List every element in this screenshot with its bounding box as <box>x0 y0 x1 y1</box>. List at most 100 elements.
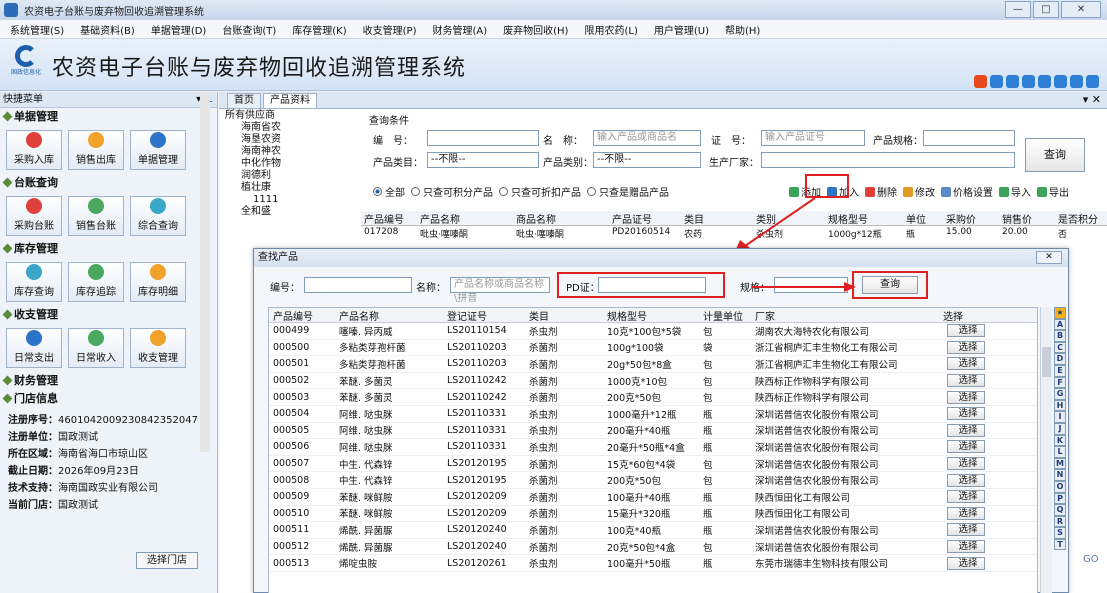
tab-product-info[interactable]: 产品资料 <box>263 93 317 108</box>
punctuation-icon[interactable] <box>1006 75 1019 88</box>
table-row[interactable]: 000512 烯酰. 异菌脲 LS20120240 杀菌剂 20克*50包*4盒 包 深圳诺… <box>269 539 1037 556</box>
filter-radio[interactable]: 全部 <box>373 184 405 199</box>
sidebar-section-2[interactable]: 库存管理 <box>0 240 217 258</box>
section-store-info[interactable]: 门店信息 <box>0 390 217 408</box>
filter-radio[interactable]: 只查可折扣产品 <box>499 184 581 199</box>
select-button[interactable]: 选择 <box>947 490 985 504</box>
alpha-index-letter[interactable]: I <box>1054 411 1066 423</box>
sidebar-scrollbar[interactable] <box>200 92 210 452</box>
menu-item[interactable]: 台账查询(T) <box>222 22 276 37</box>
table-row[interactable]: 000509 苯醚. 咪鲜胺 LS20120209 杀菌剂 100毫升*40瓶 瓶 陕西恒田… <box>269 489 1037 506</box>
menu-item[interactable]: 系统管理(S) <box>10 22 64 37</box>
maker-input[interactable] <box>761 152 1015 168</box>
table-row[interactable]: 000510 苯醚. 咪鲜胺 LS20120209 杀菌剂 15毫升*320瓶 瓶 陕西恒田… <box>269 506 1037 523</box>
table-row[interactable]: 000507 中生. 代森锌 LS20120195 杀菌剂 15克*60包*4袋 包 深圳诺… <box>269 456 1037 473</box>
tree-node[interactable]: 植壮康 <box>219 182 359 194</box>
alpha-index-letter[interactable]: E <box>1054 364 1066 377</box>
close-button[interactable]: ✕ <box>1061 1 1101 18</box>
radio-icon[interactable] <box>499 187 508 196</box>
dialog-scrollbar[interactable] <box>1040 307 1052 593</box>
table-row[interactable]: 000508 中生. 代森锌 LS20120195 杀菌剂 200克*50包 包 深圳诺普信… <box>269 472 1037 489</box>
toolbar-button[interactable]: 删除 <box>865 184 897 199</box>
code-input[interactable] <box>427 130 539 146</box>
tree-node[interactable]: 海南省农 <box>219 122 359 134</box>
alpha-index-letter[interactable]: R <box>1054 515 1066 528</box>
select-button[interactable]: 选择 <box>947 340 985 354</box>
radio-icon[interactable] <box>373 187 382 196</box>
sidebar-button[interactable]: 采购入库 <box>6 130 62 170</box>
tree-node[interactable]: 所有供应商 <box>219 110 359 122</box>
table-row[interactable]: 000506 阿维. 哒虫脒 LS20110331 杀虫剂 20毫升*50瓶*4盒 瓶 深圳… <box>269 439 1037 456</box>
name-input[interactable]: 输入产品或商品名 <box>593 130 701 146</box>
alpha-index-letter[interactable]: G <box>1054 388 1066 400</box>
alpha-index-letter[interactable]: T <box>1054 538 1066 551</box>
alpha-index-letter[interactable]: K <box>1054 434 1066 447</box>
table-row[interactable]: 000501 多粘类芽孢杆菌 LS20110203 杀菌剂 20g*50包*8盒 包 浙江省… <box>269 356 1037 373</box>
sidebar-button[interactable]: 单据管理 <box>130 130 186 170</box>
alpha-index-letter[interactable]: O <box>1054 480 1066 493</box>
alpha-index-letter[interactable]: ★ <box>1054 307 1066 319</box>
select-button[interactable]: 选择 <box>947 390 985 404</box>
go-label[interactable]: GO <box>1083 554 1099 565</box>
select-button[interactable]: 选择 <box>947 423 985 437</box>
menu-item[interactable]: 废弃物回收(H) <box>503 22 568 37</box>
alpha-index-letter[interactable]: Q <box>1054 504 1066 516</box>
filter-radio[interactable]: 只查可积分产品 <box>411 184 493 199</box>
alpha-index-letter[interactable]: J <box>1054 422 1066 435</box>
select-button[interactable]: 选择 <box>947 523 985 537</box>
sidebar-button[interactable]: 库存明细 <box>130 262 186 302</box>
radio-icon[interactable] <box>587 187 596 196</box>
radio-icon[interactable] <box>411 187 420 196</box>
toolbar-button[interactable]: 导入 <box>999 184 1031 199</box>
alpha-index-letter[interactable]: H <box>1054 399 1066 412</box>
table-row[interactable]: 000505 阿维. 哒虫脒 LS20110331 杀虫剂 200毫升*40瓶 瓶 深圳诺普… <box>269 423 1037 440</box>
select-button[interactable]: 选择 <box>947 473 985 487</box>
table-row[interactable]: 000499 噻嗪. 异丙威 LS20110154 杀虫剂 10克*100包*5袋 包 湖南… <box>269 323 1037 340</box>
table-row[interactable]: 000503 苯醚. 多菌灵 LS20110242 杀菌剂 200克*50包 包 陕西标正作… <box>269 389 1037 406</box>
menu-item[interactable]: 帮助(H) <box>725 22 760 37</box>
select-button[interactable]: 选择 <box>947 556 985 570</box>
alpha-index-letter[interactable]: M <box>1054 457 1066 470</box>
tree-node[interactable]: 1111 <box>219 194 359 206</box>
select-button[interactable]: 选择 <box>947 540 985 554</box>
toolbar-button[interactable]: 修改 <box>903 184 935 199</box>
alpha-index-letter[interactable]: F <box>1054 376 1066 389</box>
sidebar-section-0[interactable]: 单据管理 <box>0 108 217 126</box>
tab-home[interactable]: 首页 <box>227 93 261 108</box>
tree-node[interactable]: 中化作物 <box>219 158 359 170</box>
menu-item[interactable]: 收支管理(P) <box>363 22 417 37</box>
menu-item[interactable]: 财务管理(A) <box>432 22 487 37</box>
toolbar-button[interactable]: 导出 <box>1037 184 1069 199</box>
alpha-index-letter[interactable]: A <box>1054 318 1066 331</box>
tree-node[interactable]: 海垦农资 <box>219 134 359 146</box>
table-row[interactable]: 000513 烯啶虫胺 LS20120261 杀虫剂 100毫升*50瓶 瓶 东莞市瑞德丰生… <box>269 555 1037 572</box>
table-row[interactable]: 000502 苯醚. 多菌灵 LS20110242 杀菌剂 1000克*10包 包 陕西标正… <box>269 373 1037 390</box>
tree-node[interactable]: 全和盛 <box>219 206 359 218</box>
sidebar-button[interactable]: 收支管理 <box>130 328 186 368</box>
dialog-close-button[interactable]: ✕ <box>1036 251 1062 264</box>
sidebar-button[interactable]: 采购台账 <box>6 196 62 236</box>
toolbox-icon[interactable] <box>1086 75 1099 88</box>
alpha-index-letter[interactable]: N <box>1054 469 1066 481</box>
sidebar-button[interactable]: 销售台账 <box>68 196 124 236</box>
voice-icon[interactable] <box>1038 75 1051 88</box>
sidebar-section-3[interactable]: 收支管理 <box>0 306 217 324</box>
alpha-index-letter[interactable]: B <box>1054 330 1066 342</box>
alpha-index-letter[interactable]: C <box>1054 341 1066 354</box>
select-button[interactable]: 选择 <box>947 374 985 388</box>
tree-node[interactable]: 海南神农 <box>219 146 359 158</box>
select-button[interactable]: 选择 <box>947 324 985 338</box>
select-button[interactable]: 选择 <box>947 440 985 454</box>
select-store-button[interactable]: 选择门店 <box>136 552 198 569</box>
spec-input[interactable] <box>923 130 1015 146</box>
sidebar-button[interactable]: 综合查询 <box>130 196 186 236</box>
ime-mode-icon[interactable] <box>990 75 1003 88</box>
select-button[interactable]: 选择 <box>947 457 985 471</box>
tab-close-icon[interactable]: ▾ ✕ <box>1083 93 1101 106</box>
skin-icon[interactable] <box>1070 75 1083 88</box>
menu-item[interactable]: 单据管理(D) <box>151 22 207 37</box>
sidebar-button[interactable]: 日常收入 <box>68 328 124 368</box>
menu-item[interactable]: 库存管理(K) <box>292 22 346 37</box>
menu-item[interactable]: 用户管理(U) <box>654 22 709 37</box>
toolbar-button[interactable]: 价格设置 <box>941 184 993 199</box>
